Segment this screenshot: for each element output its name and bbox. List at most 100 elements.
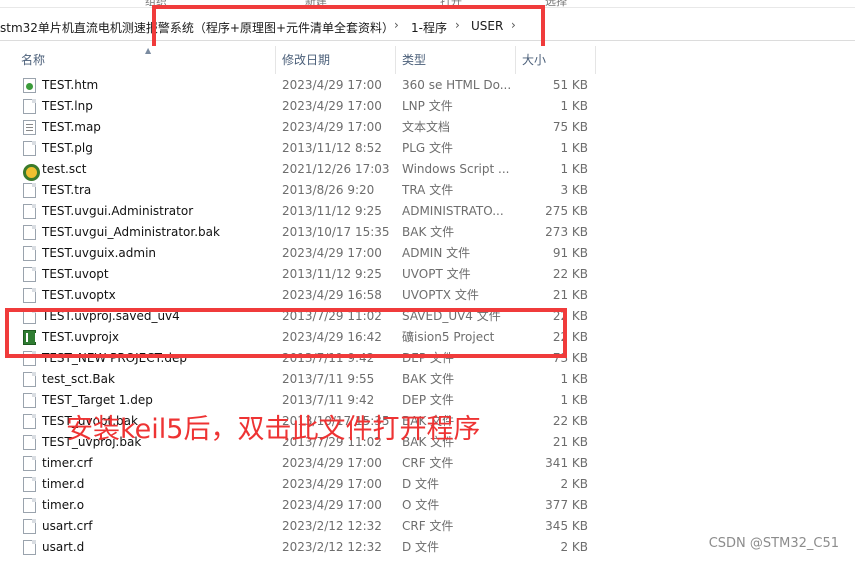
file-type: UVOPT 文件 [402, 267, 471, 281]
column-header-type[interactable]: 类型 [396, 46, 516, 74]
file-size: 21 KB [552, 288, 588, 302]
file-name: test_sct.Bak [42, 372, 115, 386]
file-size: 75 KB [552, 120, 588, 134]
file-icon [23, 183, 36, 198]
file-icon [23, 267, 36, 282]
file-name: TEST.lnp [42, 99, 93, 113]
file-name: TEST.uvopt [42, 267, 109, 281]
file-icon [23, 204, 36, 219]
column-header-name[interactable]: 名称 [15, 46, 276, 74]
file-date: 2013/10/17 15:35 [282, 225, 390, 239]
file-type: BAK 文件 [402, 372, 455, 386]
column-headers: ▲ 名称 修改日期 类型 大小 [0, 46, 855, 74]
file-row[interactable]: TEST.uvopt 2013/11/12 9:25 UVOPT 文件 22 KB [0, 264, 855, 285]
file-type: CRF 文件 [402, 519, 454, 533]
file-icon [23, 477, 36, 492]
annotation-text: 安装keil5后，双击此文件打开程序 [66, 414, 481, 445]
file-size: 1 KB [560, 162, 588, 176]
file-size: 22 KB [552, 267, 588, 281]
file-size: 91 KB [552, 246, 588, 260]
file-size: 1 KB [560, 99, 588, 113]
file-type: D 文件 [402, 477, 440, 491]
file-row[interactable]: TEST.lnp 2023/4/29 17:00 LNP 文件 1 KB [0, 96, 855, 117]
file-row[interactable]: test.sct 2021/12/26 17:03 Windows Script .… [0, 159, 855, 181]
file-type: CRF 文件 [402, 456, 454, 470]
file-row[interactable]: TEST.uvguix.admin 2023/4/29 17:00 ADMIN 文件… [0, 243, 855, 264]
script-file-icon [23, 162, 40, 181]
file-name: TEST.htm [42, 78, 99, 92]
file-row[interactable]: test_sct.Bak 2013/7/11 9:55 BAK 文件 1 KB [0, 369, 855, 390]
file-type: DEP 文件 [402, 393, 454, 407]
file-icon [23, 414, 36, 429]
file-icon [23, 288, 36, 303]
file-size: 273 KB [545, 225, 588, 239]
file-size: 275 KB [545, 204, 588, 218]
file-size: 2 KB [560, 540, 588, 554]
file-size: 51 KB [552, 78, 588, 92]
file-type: ADMINISTRATO... [402, 204, 504, 218]
file-type: UVOPTX 文件 [402, 288, 479, 302]
file-type: O 文件 [402, 498, 440, 512]
file-name: test.sct [42, 162, 87, 176]
column-header-date[interactable]: 修改日期 [276, 46, 396, 74]
file-date: 2023/2/12 12:32 [282, 540, 382, 554]
file-row[interactable]: TEST.tra 2013/8/26 9:20 TRA 文件 3 KB [0, 180, 855, 201]
file-type: ADMIN 文件 [402, 246, 471, 260]
file-name: TEST.plg [42, 141, 93, 155]
file-row[interactable]: TEST.uvoptx 2023/4/29 16:58 UVOPTX 文件 21 KB [0, 285, 855, 306]
file-row[interactable]: TEST_Target 1.dep 2013/7/11 9:42 DEP 文件 1 K… [0, 390, 855, 411]
file-date: 2013/7/11 9:42 [282, 393, 375, 407]
file-icon [23, 246, 36, 261]
file-icon [23, 225, 36, 240]
file-date: 2023/2/12 12:32 [282, 519, 382, 533]
file-date: 2013/11/12 8:52 [282, 141, 382, 155]
file-icon [23, 393, 36, 408]
file-row[interactable]: timer.d 2023/4/29 17:00 D 文件 2 KB [0, 474, 855, 495]
file-row[interactable]: TEST.htm 2023/4/29 17:00 360 se HTML Do...… [0, 75, 855, 96]
file-date: 2023/4/29 17:00 [282, 120, 382, 134]
file-row[interactable]: TEST.uvgui.Administrator 2013/11/12 9:25 A… [0, 201, 855, 222]
file-icon [23, 456, 36, 471]
file-type: PLG 文件 [402, 141, 454, 155]
annotation-box-project-file [5, 308, 567, 358]
file-date: 2023/4/29 17:00 [282, 246, 382, 260]
file-date: 2023/4/29 17:00 [282, 498, 382, 512]
file-name: TEST_Target 1.dep [42, 393, 153, 407]
file-size: 2 KB [560, 477, 588, 491]
file-row[interactable]: TEST.map 2023/4/29 17:00 文本文档 75 KB [0, 117, 855, 138]
file-icon [23, 372, 36, 387]
file-name: TEST.uvoptx [42, 288, 116, 302]
file-size: 345 KB [545, 519, 588, 533]
file-icon [23, 99, 36, 114]
file-name: usart.d [42, 540, 85, 554]
file-size: 22 KB [552, 414, 588, 428]
file-size: 1 KB [560, 141, 588, 155]
column-header-size[interactable]: 大小 [516, 46, 596, 74]
file-date: 2021/12/26 17:03 [282, 162, 390, 176]
file-icon [23, 498, 36, 513]
file-type: TRA 文件 [402, 183, 454, 197]
file-date: 2023/4/29 16:58 [282, 288, 382, 302]
file-type: 文本文档 [402, 120, 451, 134]
file-icon [23, 540, 36, 555]
file-row[interactable]: usart.crf 2023/2/12 12:32 CRF 文件 345 KB [0, 516, 855, 537]
file-type: LNP 文件 [402, 99, 453, 113]
file-date: 2023/4/29 17:00 [282, 456, 382, 470]
file-size: 341 KB [545, 456, 588, 470]
file-row[interactable]: TEST.uvgui_Administrator.bak 2013/10/17 1… [0, 222, 855, 243]
file-row[interactable]: TEST.plg 2013/11/12 8:52 PLG 文件 1 KB [0, 138, 855, 159]
file-name: timer.d [42, 477, 85, 491]
file-row[interactable]: timer.crf 2023/4/29 17:00 CRF 文件 341 KB [0, 453, 855, 474]
ribbon-label-select[interactable]: 选择 [545, 0, 567, 7]
file-name: TEST.tra [42, 183, 92, 197]
file-name: TEST.uvguix.admin [42, 246, 157, 260]
file-type: 360 se HTML Do... [402, 78, 510, 92]
file-icon [23, 141, 36, 156]
file-name: TEST.map [42, 120, 101, 134]
file-type: D 文件 [402, 540, 440, 554]
watermark: CSDN @STM32_C51 [708, 536, 839, 551]
file-row[interactable]: timer.o 2023/4/29 17:00 O 文件 377 KB [0, 495, 855, 516]
file-size: 1 KB [560, 372, 588, 386]
file-name: timer.crf [42, 456, 93, 470]
file-name: TEST.uvgui.Administrator [42, 204, 194, 218]
